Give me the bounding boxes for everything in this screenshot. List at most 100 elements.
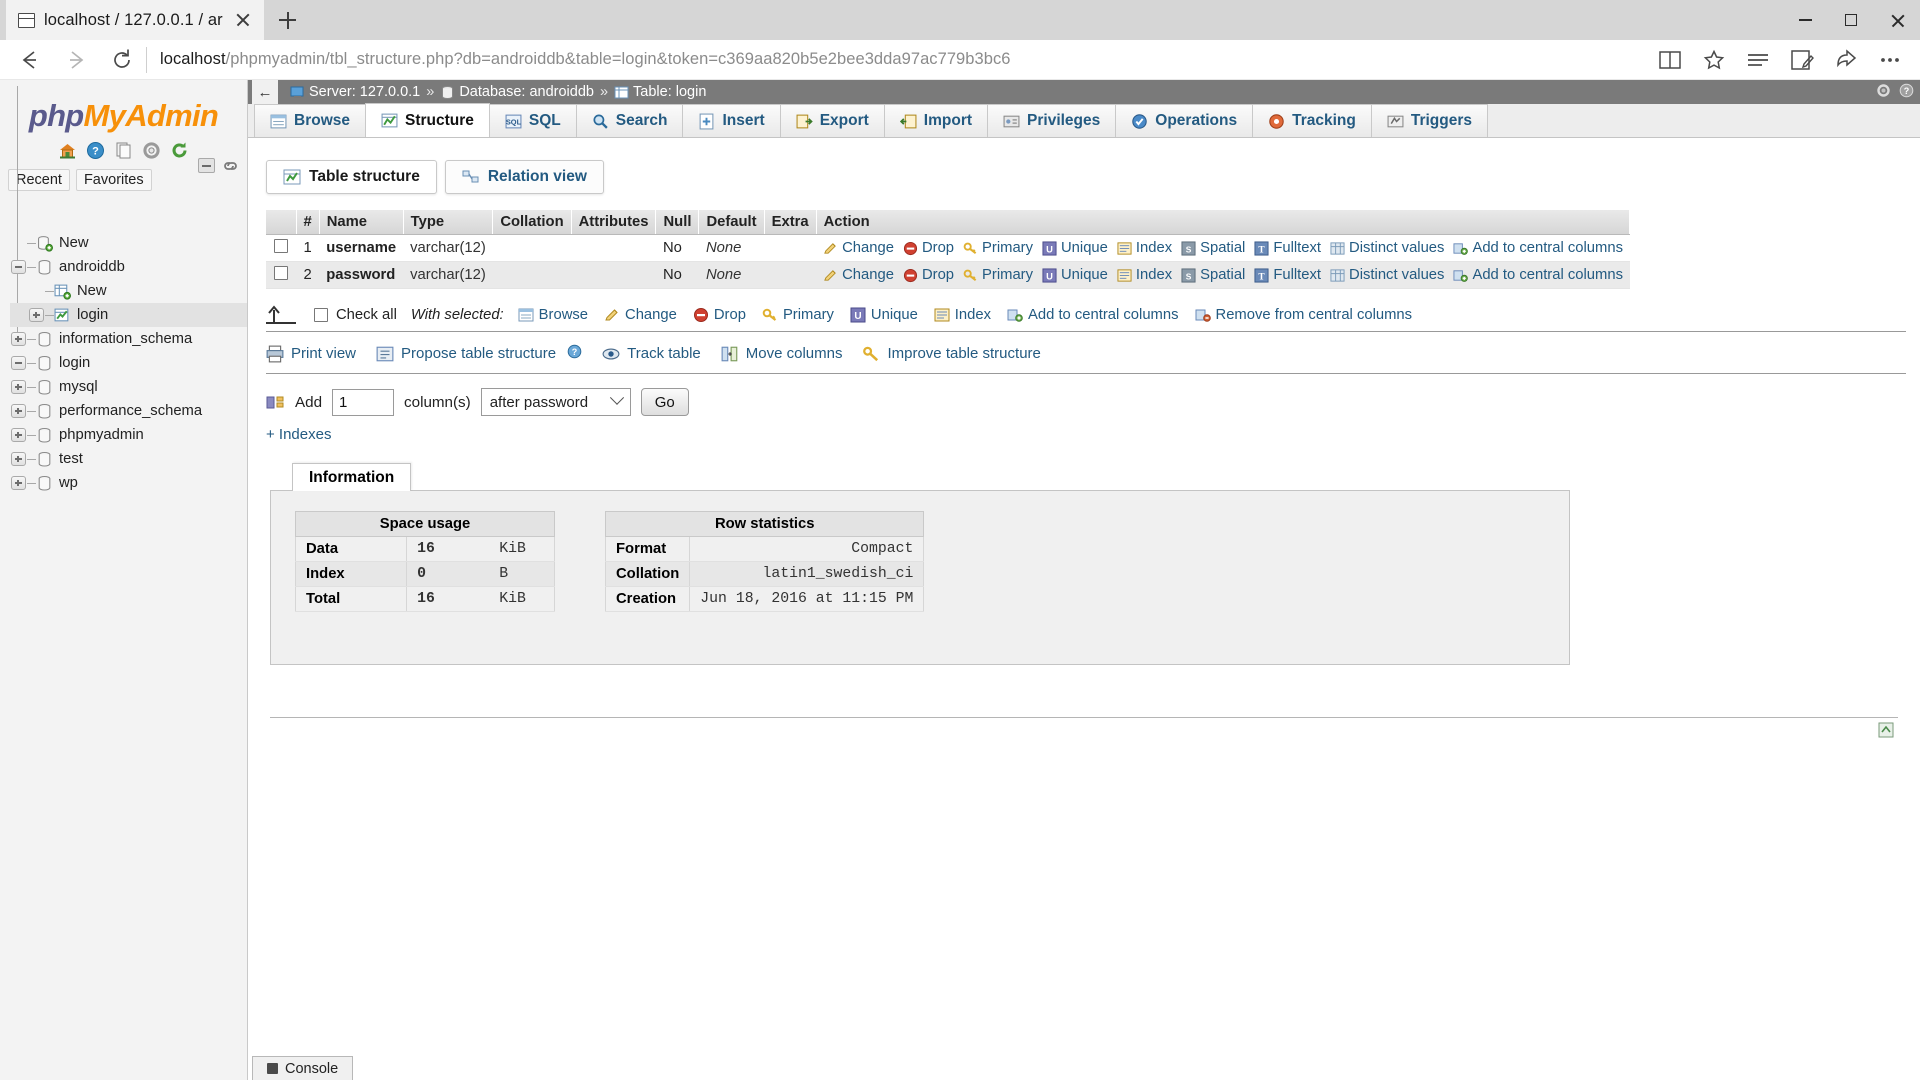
browser-tab[interactable]: localhost / 127.0.0.1 / ar: [6, 0, 264, 40]
help-icon[interactable]: ?: [567, 344, 582, 363]
tab-export[interactable]: Export: [779, 104, 885, 137]
tree-item-information-schema[interactable]: information_schema: [10, 327, 247, 351]
action-change[interactable]: Change: [823, 240, 894, 256]
tree-item-label[interactable]: androiddb: [59, 259, 125, 275]
tab-insert[interactable]: Insert: [682, 104, 781, 137]
hub-menu-icon[interactable]: [1736, 42, 1780, 78]
table-row[interactable]: 1 username varchar(12) No None Change Drop Prim…: [266, 234, 1630, 262]
tree-item-phpmyadmin[interactable]: phpmyadmin: [10, 423, 247, 447]
check-all-checkbox[interactable]: [314, 308, 328, 322]
tree-item-label[interactable]: login: [77, 307, 108, 323]
breadcrumb-settings-icon[interactable]: [1876, 83, 1891, 102]
action-index[interactable]: Index: [1117, 267, 1172, 283]
reading-view-icon[interactable]: [1648, 42, 1692, 78]
with-selected-unique[interactable]: U Unique: [850, 307, 918, 323]
reload-button[interactable]: [100, 42, 144, 78]
tab-table-structure[interactable]: Table structure: [266, 160, 437, 194]
phpmyadmin-logo[interactable]: phpMyAdmin: [0, 88, 247, 136]
tree-item-mysql[interactable]: mysql: [10, 375, 247, 399]
action-add-to-central-columns[interactable]: Add to central columns: [1453, 240, 1623, 256]
tab-operations[interactable]: Operations: [1115, 104, 1254, 137]
action-add-to-central-columns[interactable]: Add to central columns: [1453, 267, 1623, 283]
forward-button[interactable]: [54, 42, 98, 78]
tree-item-login[interactable]: login: [10, 351, 247, 375]
tree-item-label[interactable]: mysql: [59, 379, 98, 395]
action-primary[interactable]: Primary: [963, 267, 1033, 283]
breadcrumb-help-icon[interactable]: ?: [1899, 83, 1914, 102]
scroll-to-top-icon[interactable]: [1878, 722, 1894, 738]
row-checkbox[interactable]: [274, 266, 288, 280]
expand-icon[interactable]: [10, 451, 26, 467]
new-tab-button[interactable]: [268, 0, 308, 40]
link-with-main-panel-icon[interactable]: [222, 158, 239, 173]
information-tab[interactable]: Information: [292, 463, 412, 491]
action-drop[interactable]: Drop: [903, 267, 954, 283]
tree-item-label[interactable]: information_schema: [59, 331, 192, 347]
add-column-go-button[interactable]: Go: [640, 388, 689, 416]
tab-tracking[interactable]: Tracking: [1252, 104, 1372, 137]
help-icon[interactable]: ?: [86, 141, 105, 160]
tree-item-label[interactable]: test: [59, 451, 83, 467]
tool-track-table[interactable]: Track table: [602, 345, 701, 363]
action-drop[interactable]: Drop: [903, 240, 954, 256]
reload-icon[interactable]: [170, 141, 189, 160]
tree-item-label[interactable]: wp: [59, 475, 78, 491]
tree-item-test[interactable]: test: [10, 447, 247, 471]
tab-privileges[interactable]: Privileges: [987, 104, 1117, 137]
expand-icon[interactable]: [10, 403, 26, 419]
tree-item-label[interactable]: New: [77, 283, 107, 299]
action-fulltext[interactable]: T Fulltext: [1254, 240, 1321, 256]
with-selected-remove-from-central-columns[interactable]: Remove from central columns: [1195, 307, 1412, 323]
add-column-count-input[interactable]: [332, 388, 395, 416]
tree-item-new[interactable]: New: [10, 231, 247, 255]
action-distinct-values[interactable]: Distinct values: [1330, 240, 1444, 256]
with-selected-change[interactable]: Change: [604, 307, 677, 323]
row-checkbox[interactable]: [274, 239, 288, 253]
tab-import[interactable]: Import: [883, 104, 989, 137]
with-selected-index[interactable]: Index: [934, 307, 991, 323]
more-menu-icon[interactable]: [1868, 42, 1912, 78]
favorites-star-icon[interactable]: [1692, 42, 1736, 78]
expand-icon[interactable]: [10, 379, 26, 395]
maximize-button[interactable]: [1828, 0, 1874, 40]
action-spatial[interactable]: S Spatial: [1181, 267, 1245, 283]
settings-icon[interactable]: [142, 141, 161, 160]
tree-item-androiddb[interactable]: androiddb: [10, 255, 247, 279]
breadcrumb-table[interactable]: Table: login: [614, 84, 706, 100]
tool-move-columns[interactable]: Move columns: [721, 345, 842, 363]
tree-item-login[interactable]: login: [10, 303, 247, 327]
with-selected-browse[interactable]: Browse: [518, 307, 588, 323]
tree-item-label[interactable]: login: [59, 355, 90, 371]
tab-search[interactable]: Search: [575, 104, 684, 137]
with-selected-add-to-central-columns[interactable]: Add to central columns: [1007, 307, 1179, 323]
address-bar[interactable]: localhost/phpmyadmin/tbl_structure.php?d…: [146, 42, 1646, 78]
tool-print-view[interactable]: Print view: [266, 345, 356, 363]
expand-icon[interactable]: [10, 475, 26, 491]
expand-icon[interactable]: [10, 331, 26, 347]
breadcrumb-back-button[interactable]: ←: [252, 80, 278, 104]
console-bar[interactable]: Console: [252, 1056, 354, 1080]
action-distinct-values[interactable]: Distinct values: [1330, 267, 1444, 283]
indexes-toggle-link[interactable]: + Indexes: [266, 426, 331, 443]
tree-item-label[interactable]: phpmyadmin: [59, 427, 144, 443]
tree-item-new[interactable]: New: [10, 279, 247, 303]
tab-browse[interactable]: Browse: [254, 104, 366, 137]
expand-icon[interactable]: [10, 427, 26, 443]
action-spatial[interactable]: S Spatial: [1181, 240, 1245, 256]
tree-item-label[interactable]: New: [59, 235, 89, 251]
breadcrumb-database[interactable]: Database: androiddb: [440, 84, 594, 100]
breadcrumb-server[interactable]: Server: 127.0.0.1: [290, 84, 420, 100]
tree-item-performance-schema[interactable]: performance_schema: [10, 399, 247, 423]
tool-propose-table-structure[interactable]: Propose table structure?: [376, 344, 582, 363]
back-button[interactable]: [8, 42, 52, 78]
with-selected-primary[interactable]: Primary: [762, 307, 834, 323]
close-window-button[interactable]: [1874, 0, 1920, 40]
minimize-button[interactable]: [1782, 0, 1828, 40]
action-unique[interactable]: U Unique: [1042, 267, 1108, 283]
check-all-control[interactable]: Check all: [314, 307, 397, 323]
table-row[interactable]: 2 password varchar(12) No None Change Drop Prim…: [266, 261, 1630, 289]
tool-improve-table-structure[interactable]: Improve table structure: [862, 345, 1041, 363]
docs-icon[interactable]: [114, 141, 133, 160]
web-note-icon[interactable]: [1780, 42, 1824, 78]
action-index[interactable]: Index: [1117, 240, 1172, 256]
